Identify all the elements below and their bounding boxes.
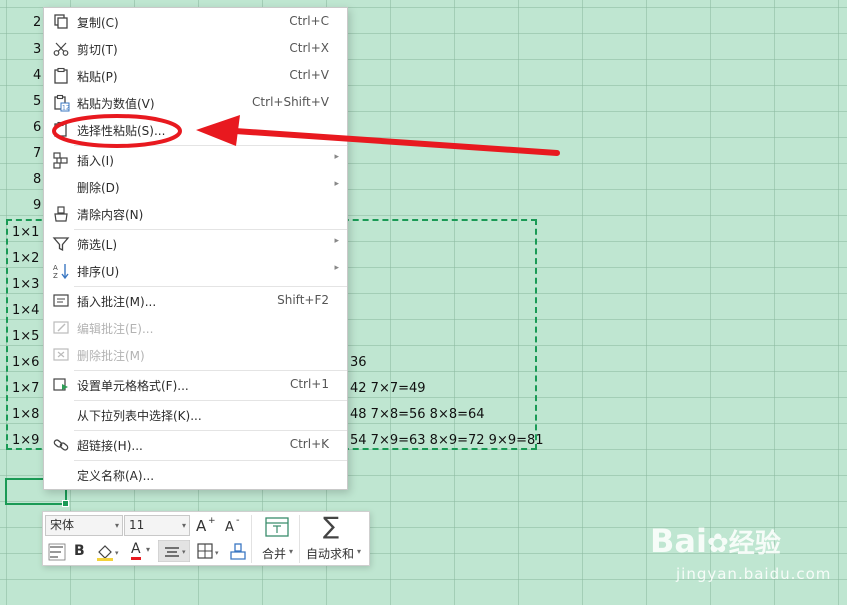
annotation-overlay	[52, 114, 560, 156]
watermark-brand: Bai	[650, 522, 707, 560]
paw-icon: ✿	[706, 529, 729, 559]
annotation-arrowhead	[196, 115, 240, 146]
annotation-arrow-shaft	[232, 128, 560, 156]
highlight-ellipse	[52, 114, 182, 148]
watermark-url: jingyan.baidu.com	[676, 565, 832, 583]
watermark-logo: Bai✿经验	[650, 522, 781, 560]
watermark-brand-cn: 经验	[728, 529, 781, 559]
